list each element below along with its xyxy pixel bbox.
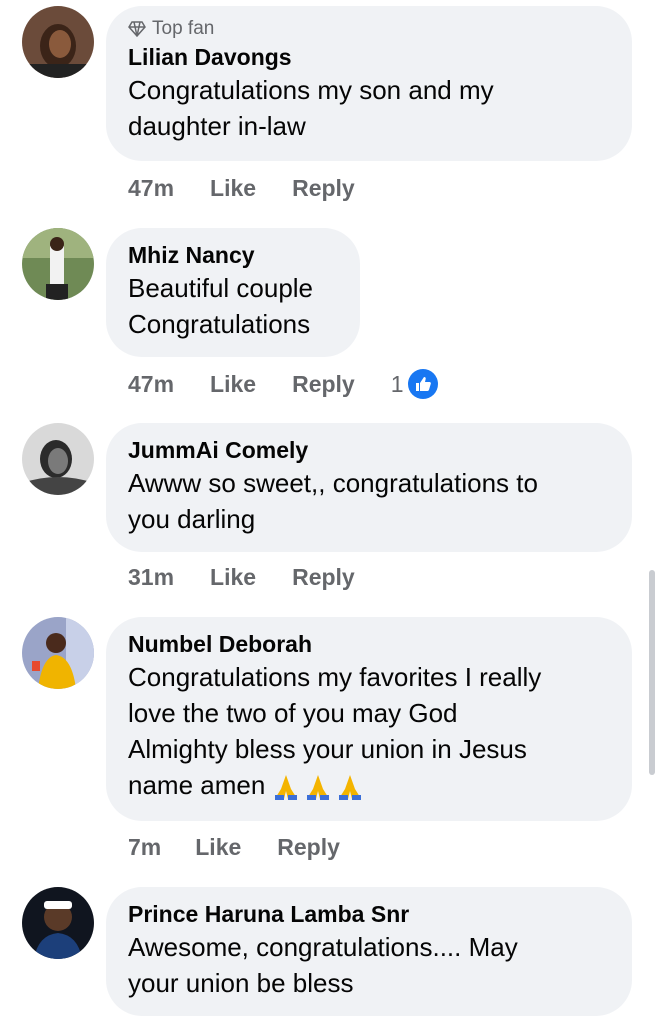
avatar[interactable]: [22, 6, 94, 78]
commenter-name[interactable]: Lilian Davongs: [128, 42, 610, 72]
like-button[interactable]: Like: [195, 834, 241, 861]
comment-text-line: love the two of you may God: [128, 698, 458, 728]
comment-text-line: Awesome, congratulations.... May: [128, 932, 518, 962]
thumbs-up-icon: [407, 369, 438, 399]
avatar[interactable]: [22, 228, 94, 300]
like-button[interactable]: Like: [210, 564, 256, 591]
avatar[interactable]: [22, 617, 94, 689]
like-button[interactable]: Like: [210, 175, 256, 202]
comment-text-line: your union be bless: [128, 968, 354, 998]
like-button[interactable]: Like: [210, 371, 256, 398]
comment-text-line: Congratulations: [128, 309, 311, 339]
comment-time[interactable]: 31m: [128, 564, 174, 591]
diamond-icon: [128, 21, 146, 38]
comment-bubble: Top fan Lilian Davongs Congratulations m…: [106, 6, 632, 161]
comment-bubble: JummAi Comely Awww so sweet,, congratula…: [106, 423, 632, 552]
comment-text-line: name amen: [128, 770, 266, 800]
comment-time[interactable]: 47m: [128, 175, 174, 202]
reply-button[interactable]: Reply: [292, 175, 355, 202]
reply-button[interactable]: Reply: [292, 564, 355, 591]
comment-text-line: you darling: [128, 504, 256, 534]
top-fan-badge: Top fan: [128, 18, 610, 40]
comment-time[interactable]: 47m: [128, 371, 174, 398]
comment-text-line: Beautiful couple: [128, 273, 314, 303]
comment-bubble: Numbel Deborah Congratulations my favori…: [106, 617, 632, 821]
comment-text-last-line: name amen: [128, 767, 610, 803]
folded-hands-icon: [339, 775, 362, 801]
comment-actions: 47m Like Reply 1: [128, 369, 438, 399]
folded-hands-icon: [275, 775, 298, 801]
folded-hands-emoji-group: [273, 773, 363, 801]
reply-button[interactable]: Reply: [277, 834, 340, 861]
comment-text-line: Almighty bless your union in Jesus: [128, 734, 527, 764]
avatar[interactable]: [22, 423, 94, 495]
comment-text-line: Awww so sweet,, congratulations to: [128, 468, 538, 498]
avatar[interactable]: [22, 887, 94, 959]
scrollbar[interactable]: [649, 570, 655, 775]
commenter-name[interactable]: Prince Haruna Lamba Snr: [128, 899, 610, 929]
comment-text-line: Congratulations my favorites I really: [128, 662, 542, 692]
commenter-name[interactable]: JummAi Comely: [128, 435, 610, 465]
comment-text-line: daughter in-law: [128, 111, 306, 141]
reaction-count[interactable]: 1: [391, 369, 438, 399]
commenter-name[interactable]: Numbel Deborah: [128, 629, 610, 659]
reaction-count-value: 1: [390, 370, 404, 397]
comment-actions: 31m Like Reply: [128, 564, 391, 591]
comment-actions: 7m Like Reply: [128, 834, 376, 861]
reply-button[interactable]: Reply: [292, 371, 355, 398]
comment-time[interactable]: 7m: [128, 834, 161, 861]
comment-actions: 47m Like Reply: [128, 175, 391, 202]
top-fan-label: Top fan: [152, 18, 215, 39]
comment-bubble: Mhiz Nancy Beautiful couple Congratulati…: [106, 228, 360, 357]
comment-text-line: Congratulations my son and my: [128, 75, 494, 105]
folded-hands-icon: [307, 775, 330, 801]
commenter-name[interactable]: Mhiz Nancy: [128, 240, 338, 270]
comment-bubble: Prince Haruna Lamba Snr Awesome, congrat…: [106, 887, 632, 1016]
